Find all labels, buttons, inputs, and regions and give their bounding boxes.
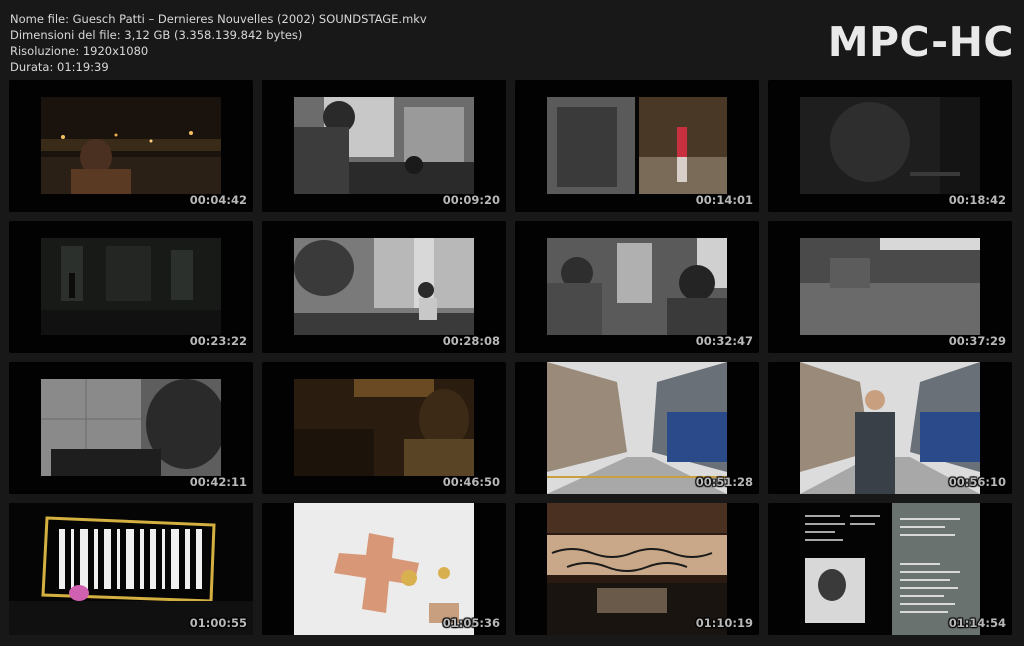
thumbnail: 00:28:08 [262,221,506,353]
timestamp: 00:18:42 [948,193,1006,207]
thumbnail: 00:18:42 [768,80,1012,212]
thumbnail: 01:05:36 [262,503,506,635]
timestamp: 00:42:11 [189,475,247,489]
timestamp: 00:37:29 [948,334,1006,348]
thumbnail: 01:00:55 [9,503,253,635]
thumbnail-frame [41,97,221,194]
thumbnail-frame [41,379,221,476]
timestamp: 00:23:22 [189,334,247,348]
mpc-hc-logo: MPC-HC [827,18,1014,66]
thumbnail: 00:56:10 [768,362,1012,494]
thumbnail: 01:14:54 [768,503,1012,635]
timestamp: 01:05:36 [442,616,500,630]
thumbnail-frame [41,238,221,335]
thumbnail-frame [294,97,474,194]
thumbnail: 00:23:22 [9,221,253,353]
timestamp: 00:28:08 [442,334,500,348]
timestamp: 01:14:54 [948,616,1006,630]
timestamp: 00:51:28 [695,475,753,489]
timestamp: 01:10:19 [695,616,753,630]
thumbnail-frame [547,238,727,335]
thumbnail: 00:09:20 [262,80,506,212]
duration: Durata: 01:19:39 [10,60,109,74]
thumbnail: 00:32:47 [515,221,759,353]
timestamp: 00:56:10 [948,475,1006,489]
timestamp: 00:32:47 [695,334,753,348]
header: Nome file: Guesch Patti – Dernieres Nouv… [0,0,1024,80]
thumbnail: 00:04:42 [9,80,253,212]
file-size: Dimensioni del file: 3,12 GB (3.358.139.… [10,28,303,42]
file-info: Nome file: Guesch Patti – Dernieres Nouv… [10,11,427,75]
thumbnail-frame [800,97,980,194]
resolution: Risoluzione: 1920x1080 [10,44,149,58]
thumbnail: 00:42:11 [9,362,253,494]
thumbnail-grid: 00:04:42 00:09:20 00:14:01 00:18:42 00:2… [9,80,1017,640]
file-name: Nome file: Guesch Patti – Dernieres Nouv… [10,12,427,26]
thumbnail: 00:46:50 [262,362,506,494]
thumbnail-frame [294,238,474,335]
timestamp: 01:00:55 [189,616,247,630]
timestamp: 00:14:01 [695,193,753,207]
timestamp: 00:09:20 [442,193,500,207]
thumbnail-frame [294,379,474,476]
thumbnail: 00:51:28 [515,362,759,494]
thumbnail-frame [547,97,727,194]
thumbnail: 00:14:01 [515,80,759,212]
thumbnail: 01:10:19 [515,503,759,635]
thumbnail-frame [800,238,980,335]
timestamp: 00:04:42 [189,193,247,207]
thumbnail: 00:37:29 [768,221,1012,353]
timestamp: 00:46:50 [442,475,500,489]
